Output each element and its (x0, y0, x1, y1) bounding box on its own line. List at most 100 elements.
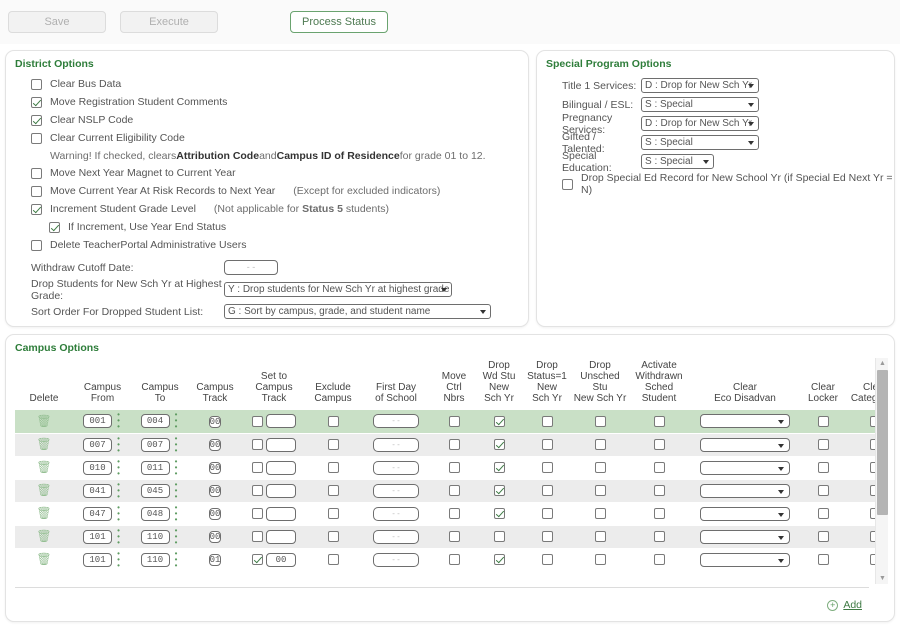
checkbox-clear-locker[interactable] (817, 554, 829, 566)
process-status-button[interactable]: Process Status (290, 11, 388, 33)
checkbox-clear-locker[interactable] (817, 531, 829, 543)
checkbox-drop-unsched-stu-new-sch-yr[interactable] (594, 508, 606, 520)
campus-from-input[interactable]: 101 (83, 529, 112, 544)
checkbox-clear-bus-data[interactable] (31, 78, 42, 90)
checkbox-drop-unsched-stu-new-sch-yr[interactable] (594, 462, 606, 474)
trash-icon[interactable]: 🗑 (36, 507, 51, 519)
checkbox-move-ctrl-nbrs[interactable] (448, 531, 460, 543)
checkbox-move-ctrl-nbrs[interactable] (448, 485, 460, 497)
option-if-increment-use-year-end-status[interactable]: If Increment, Use Year End Status (6, 218, 528, 236)
campus-to-input[interactable]: 048 (140, 506, 170, 521)
table-row[interactable]: 🗑 041 • • • 045 • • • 00- - (15, 479, 886, 503)
checkbox-move-next-year-magnet[interactable] (31, 167, 42, 179)
campus-from-input[interactable]: 007 (83, 437, 112, 452)
checkbox-drop-wd-stu-new-sch-yr[interactable] (493, 462, 505, 474)
checkbox-set-to-campus-track[interactable] (252, 462, 263, 473)
campus-track-input[interactable]: 00 (208, 531, 222, 543)
ellipsis-lookup-icon[interactable]: • • • (115, 434, 122, 454)
campus-from-input[interactable]: 101 (83, 552, 112, 567)
first-day-of-school-input[interactable]: - - (373, 552, 419, 567)
campus-track-input[interactable]: 00 (208, 508, 222, 520)
checkbox-clear-locker[interactable] (817, 439, 829, 451)
campus-to-input[interactable]: 007 (140, 437, 170, 452)
checkbox-drop-status1-new-sch-yr[interactable] (541, 439, 553, 451)
checkbox-activate-withdrawn-sched-student[interactable] (653, 554, 665, 566)
trash-icon[interactable]: 🗑 (36, 415, 51, 427)
checkbox-increment-student-grade-level[interactable] (31, 203, 42, 215)
option-increment-student-grade-level[interactable]: Increment Student Grade Level (Not appli… (6, 200, 528, 218)
trash-icon[interactable]: 🗑 (36, 530, 51, 542)
trash-icon[interactable]: 🗑 (36, 484, 51, 496)
checkbox-activate-withdrawn-sched-student[interactable] (653, 439, 665, 451)
ellipsis-lookup-icon[interactable]: • • • (173, 434, 180, 454)
ellipsis-lookup-icon[interactable]: • • • (115, 526, 122, 546)
campus-from-input[interactable]: 010 (83, 460, 112, 475)
checkbox-clear-locker[interactable] (817, 485, 829, 497)
gifted-talented-select[interactable]: S : Special (641, 135, 759, 150)
clear-eco-disadvan-select[interactable] (700, 506, 790, 521)
campus-to-input[interactable]: 110 (140, 552, 170, 567)
checkbox-drop-wd-stu-new-sch-yr[interactable] (493, 485, 505, 497)
title-1-services-select[interactable]: D : Drop for New Sch Yr (641, 78, 759, 93)
ellipsis-lookup-icon[interactable]: • • • (173, 549, 180, 569)
add-row-control[interactable]: + Add (827, 599, 862, 611)
checkbox-drop-wd-stu-new-sch-yr[interactable] (493, 508, 505, 520)
checkbox-if-increment-use-year-end-status[interactable] (49, 221, 60, 233)
checkbox-activate-withdrawn-sched-student[interactable] (653, 485, 665, 497)
checkbox-set-to-campus-track[interactable] (252, 485, 263, 496)
set-to-campus-track-input[interactable] (266, 414, 296, 429)
campus-from-input[interactable]: 047 (83, 506, 112, 521)
ellipsis-lookup-icon[interactable]: • • • (173, 457, 180, 477)
campus-from-input[interactable]: 001 (83, 414, 112, 429)
checkbox-exclude-campus[interactable] (327, 439, 339, 451)
table-row[interactable]: 🗑 101 • • • 110 • • • 01 00- - (15, 548, 886, 572)
ellipsis-lookup-icon[interactable]: • • • (115, 503, 122, 523)
table-row[interactable]: 🗑 007 • • • 007 • • • 00- - (15, 433, 886, 457)
checkbox-set-to-campus-track[interactable] (252, 531, 263, 542)
checkbox-exclude-campus[interactable] (327, 415, 339, 427)
ellipsis-lookup-icon[interactable]: • • • (115, 549, 122, 569)
scroll-down-arrow-icon[interactable]: ▼ (876, 573, 889, 584)
checkbox-drop-unsched-stu-new-sch-yr[interactable] (594, 485, 606, 497)
clear-eco-disadvan-select[interactable] (700, 460, 790, 475)
checkbox-drop-wd-stu-new-sch-yr[interactable] (493, 415, 505, 427)
campus-to-input[interactable]: 004 (140, 414, 170, 429)
campus-track-input[interactable]: 00 (208, 462, 222, 474)
checkbox-move-ctrl-nbrs[interactable] (448, 415, 460, 427)
ellipsis-lookup-icon[interactable]: • • • (115, 457, 122, 477)
first-day-of-school-input[interactable]: - - (373, 437, 419, 452)
drop-students-highest-grade-select[interactable]: Y : Drop students for New Sch Yr at high… (224, 282, 452, 297)
checkbox-exclude-campus[interactable] (327, 462, 339, 474)
checkbox-clear-nslp-code[interactable] (31, 114, 42, 126)
checkbox-activate-withdrawn-sched-student[interactable] (653, 508, 665, 520)
first-day-of-school-input[interactable]: - - (373, 506, 419, 521)
pregnancy-services-select[interactable]: D : Drop for New Sch Yr (641, 116, 759, 131)
checkbox-move-registration-student-comments[interactable] (31, 96, 42, 108)
checkbox-set-to-campus-track[interactable] (252, 508, 263, 519)
ellipsis-lookup-icon[interactable]: • • • (115, 411, 122, 431)
table-row[interactable]: 🗑 101 • • • 110 • • • 00- - (15, 525, 886, 549)
checkbox-drop-wd-stu-new-sch-yr[interactable] (493, 439, 505, 451)
option-move-registration-student-comments[interactable]: Move Registration Student Comments (6, 93, 528, 111)
option-clear-current-eligibility-code[interactable]: Clear Current Eligibility Code (6, 129, 528, 147)
checkbox-activate-withdrawn-sched-student[interactable] (653, 415, 665, 427)
campus-from-input[interactable]: 041 (83, 483, 112, 498)
execute-button[interactable]: Execute (120, 11, 218, 33)
sort-order-dropped-list-select[interactable]: G : Sort by campus, grade, and student n… (224, 304, 491, 319)
first-day-of-school-input[interactable]: - - (373, 414, 419, 429)
set-to-campus-track-input[interactable] (266, 437, 296, 452)
checkbox-drop-unsched-stu-new-sch-yr[interactable] (594, 531, 606, 543)
first-day-of-school-input[interactable]: - - (373, 460, 419, 475)
campus-to-input[interactable]: 011 (140, 460, 170, 475)
campus-track-input[interactable]: 00 (208, 485, 222, 497)
set-to-campus-track-input[interactable] (266, 529, 296, 544)
option-delete-teacherportal-admin-users[interactable]: Delete TeacherPortal Administrative User… (6, 236, 528, 254)
scroll-up-arrow-icon[interactable]: ▲ (876, 358, 889, 369)
set-to-campus-track-input[interactable] (266, 506, 296, 521)
checkbox-drop-unsched-stu-new-sch-yr[interactable] (594, 439, 606, 451)
option-move-current-year-at-risk[interactable]: Move Current Year At Risk Records to Nex… (6, 182, 528, 200)
ellipsis-lookup-icon[interactable]: • • • (173, 503, 180, 523)
table-row[interactable]: 🗑 010 • • • 011 • • • 00- - (15, 456, 886, 480)
special-education-select[interactable]: S : Special (641, 154, 714, 169)
clear-eco-disadvan-select[interactable] (700, 437, 790, 452)
